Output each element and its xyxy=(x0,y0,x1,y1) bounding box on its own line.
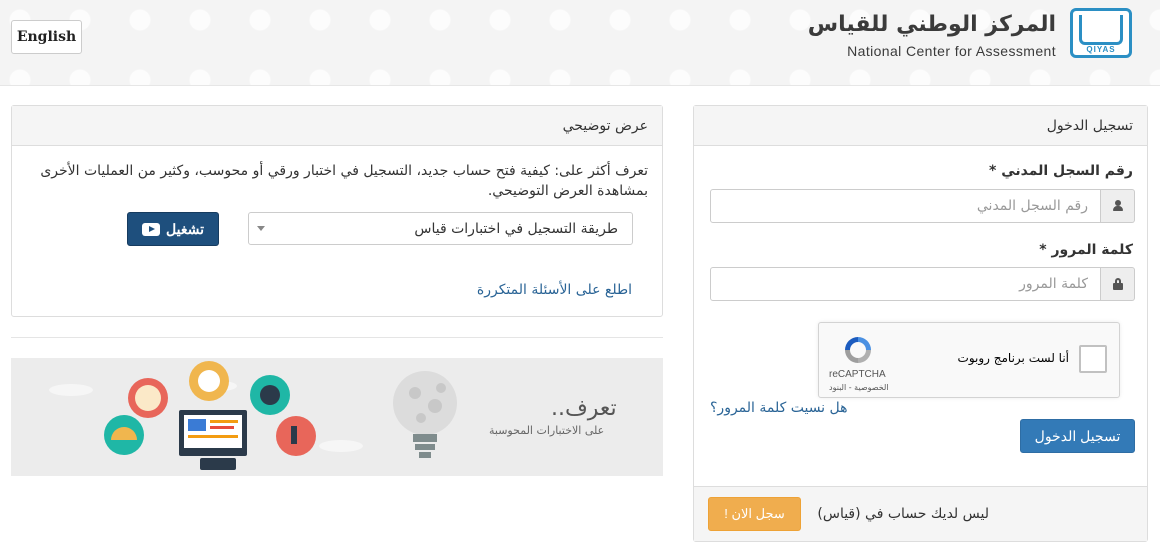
password-group xyxy=(710,267,1135,301)
user-addon xyxy=(1101,189,1135,223)
play-label: تشغيل xyxy=(166,220,204,237)
demo-description: تعرف أكثر على: كيفية فتح حساب جديد، التس… xyxy=(40,163,648,199)
caret-down-icon xyxy=(257,226,265,231)
recaptcha-widget: أنا لست برنامج روبوت reCAPTCHA الخصوصية … xyxy=(818,322,1120,398)
demo-panel-title: عرض توضيحي xyxy=(12,106,662,146)
demo-video-select[interactable]: طريقة التسجيل في اختبارات قياس xyxy=(248,212,633,245)
qiyas-logo-icon: QIYAS xyxy=(1070,8,1132,58)
recaptcha-brand: reCAPTCHA xyxy=(829,369,886,380)
no-account-text: ليس لديك حساب في (قياس) xyxy=(817,506,989,522)
demo-panel: عرض توضيحي تعرف أكثر على: كيفية فتح حساب… xyxy=(11,105,663,317)
computer-tests-banner[interactable]: تعرف.. على الاختبارات المحوسبة xyxy=(11,358,663,476)
forgot-password-link[interactable]: هل نسيت كلمة المرور؟ xyxy=(710,400,848,416)
password-input[interactable] xyxy=(710,267,1101,301)
recaptcha-checkbox[interactable] xyxy=(1079,345,1107,373)
user-icon xyxy=(1112,200,1124,212)
logo-text-english: National Center for Assessment xyxy=(847,43,1056,59)
login-submit-button[interactable]: تسجيل الدخول xyxy=(1020,419,1135,453)
language-toggle-button[interactable]: English xyxy=(11,20,82,54)
recaptcha-logo-icon xyxy=(845,337,871,363)
banner-title: تعرف.. xyxy=(551,396,617,421)
national-id-input[interactable] xyxy=(710,189,1101,223)
site-header: English المركز الوطني للقياس National Ce… xyxy=(0,0,1160,86)
national-id-label: رقم السجل المدني * xyxy=(989,163,1133,179)
demo-select-value: طريقة التسجيل في اختبارات قياس xyxy=(414,220,618,237)
logo-text-arabic: المركز الوطني للقياس xyxy=(807,12,1056,37)
recaptcha-links[interactable]: الخصوصية - البنود xyxy=(829,383,889,392)
login-panel-footer: ليس لديك حساب في (قياس) سجل الان ! xyxy=(694,486,1147,541)
play-button[interactable]: تشغيل xyxy=(127,212,219,246)
section-divider xyxy=(11,337,663,338)
logo-mark-text: QIYAS xyxy=(1086,45,1116,54)
login-panel: تسجيل الدخول رقم السجل المدني * كلمة الم… xyxy=(693,105,1148,542)
national-id-group xyxy=(710,189,1135,223)
lock-addon xyxy=(1101,267,1135,301)
password-label: كلمة المرور * xyxy=(1039,242,1133,258)
register-now-button[interactable]: سجل الان ! xyxy=(708,497,801,531)
youtube-play-icon xyxy=(142,222,161,236)
login-panel-title: تسجيل الدخول xyxy=(694,106,1147,146)
lock-icon xyxy=(1112,278,1123,290)
recaptcha-label: أنا لست برنامج روبوت xyxy=(957,351,1069,365)
faq-link[interactable]: اطلع على الأسئلة المتكررة xyxy=(477,282,632,298)
banner-subtitle: على الاختبارات المحوسبة xyxy=(489,424,605,437)
